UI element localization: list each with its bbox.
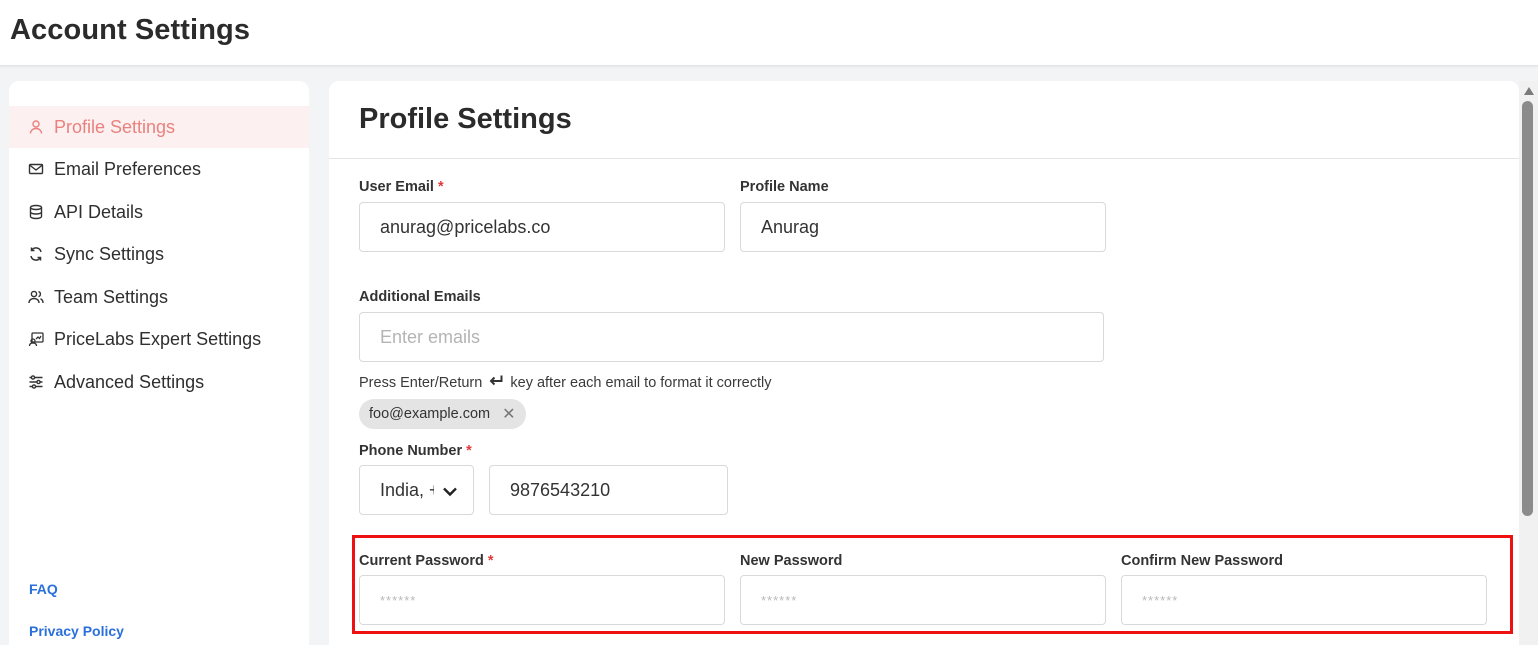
sidebar-item-label: Team Settings	[54, 286, 169, 307]
scrollbar-thumb[interactable]	[1522, 101, 1533, 516]
sidebar-item-label: API Details	[54, 201, 144, 222]
sync-icon	[27, 245, 45, 263]
current-password-label-text: Current Password	[359, 553, 484, 569]
additional-emails-input[interactable]: Enter emails	[359, 312, 1104, 362]
profile-name-label: Profile Name	[740, 179, 829, 195]
phone-number-field[interactable]: 9876543210	[489, 465, 728, 515]
mail-icon	[27, 160, 45, 178]
phone-number-label-text: Phone Number	[359, 443, 463, 459]
current-password-label: Current Password *	[359, 553, 494, 569]
hint-text-before: Press Enter/Return	[359, 375, 483, 391]
confirm-password-label: Confirm New Password	[1121, 553, 1283, 569]
user-email-label-text: User Email	[359, 179, 434, 195]
sidebar-item-profile-settings[interactable]: Profile Settings	[9, 106, 309, 148]
sidebar-item-label: Advanced Settings	[54, 371, 205, 392]
divider	[329, 158, 1519, 159]
phone-number-label: Phone Number *	[359, 443, 472, 459]
scroll-up-arrow-icon[interactable]	[1524, 87, 1534, 95]
new-password-field[interactable]: ******	[740, 575, 1106, 625]
chevron-down-icon	[441, 482, 459, 500]
sidebar-item-pricelabs-expert-settings[interactable]: PriceLabs Expert Settings	[9, 318, 309, 360]
sidebar-item-api-details[interactable]: API Details	[9, 191, 309, 233]
sidebar-item-label: PriceLabs Expert Settings	[54, 328, 262, 349]
additional-emails-label: Additional Emails	[359, 289, 481, 305]
sidebar-item-label: Email Preferences	[54, 158, 202, 179]
current-password-field[interactable]: ******	[359, 575, 725, 625]
faq-link[interactable]: FAQ	[29, 581, 58, 597]
sidebar: Profile Settings Email Preferences API D…	[9, 81, 309, 645]
sidebar-item-label: Profile Settings	[54, 116, 176, 137]
close-icon[interactable]: ✕	[502, 404, 515, 424]
privacy-policy-link[interactable]: Privacy Policy	[29, 623, 124, 639]
profile-settings-panel: Profile Settings User Email * anurag@pric…	[329, 81, 1519, 645]
email-chip-label: foo@example.com	[369, 406, 491, 422]
expert-icon	[27, 330, 45, 348]
sidebar-item-team-settings[interactable]: Team Settings	[9, 276, 309, 318]
section-title: Profile Settings	[359, 103, 572, 135]
sidebar-item-advanced-settings[interactable]: Advanced Settings	[9, 361, 309, 403]
email-chip: foo@example.com ✕	[359, 399, 526, 429]
new-password-label: New Password	[740, 553, 843, 569]
team-icon	[27, 288, 45, 306]
country-code-value: India, +91	[380, 479, 434, 500]
profile-name-field[interactable]: Anurag	[740, 202, 1106, 252]
required-mark: *	[437, 179, 444, 195]
return-key-icon	[488, 374, 504, 388]
additional-emails-hint: Press Enter/Return key after each email …	[359, 374, 771, 391]
top-bar: Account Settings	[0, 0, 1538, 66]
required-mark: *	[466, 443, 472, 459]
database-icon	[27, 203, 45, 221]
sidebar-item-email-preferences[interactable]: Email Preferences	[9, 148, 309, 190]
sliders-icon	[27, 373, 45, 391]
required-mark: *	[487, 553, 494, 569]
sidebar-item-label: Sync Settings	[54, 243, 165, 264]
country-code-select[interactable]: India, +91	[359, 465, 474, 515]
confirm-password-field[interactable]: ******	[1121, 575, 1487, 625]
user-email-field[interactable]: anurag@pricelabs.co	[359, 202, 725, 252]
hint-text-after: key after each email to format it correc…	[510, 375, 772, 391]
user-email-label: User Email *	[359, 179, 444, 195]
sidebar-item-sync-settings[interactable]: Sync Settings	[9, 233, 309, 275]
scrollbar[interactable]	[1519, 81, 1538, 645]
user-icon	[27, 118, 45, 136]
page-title: Account Settings	[10, 14, 251, 46]
